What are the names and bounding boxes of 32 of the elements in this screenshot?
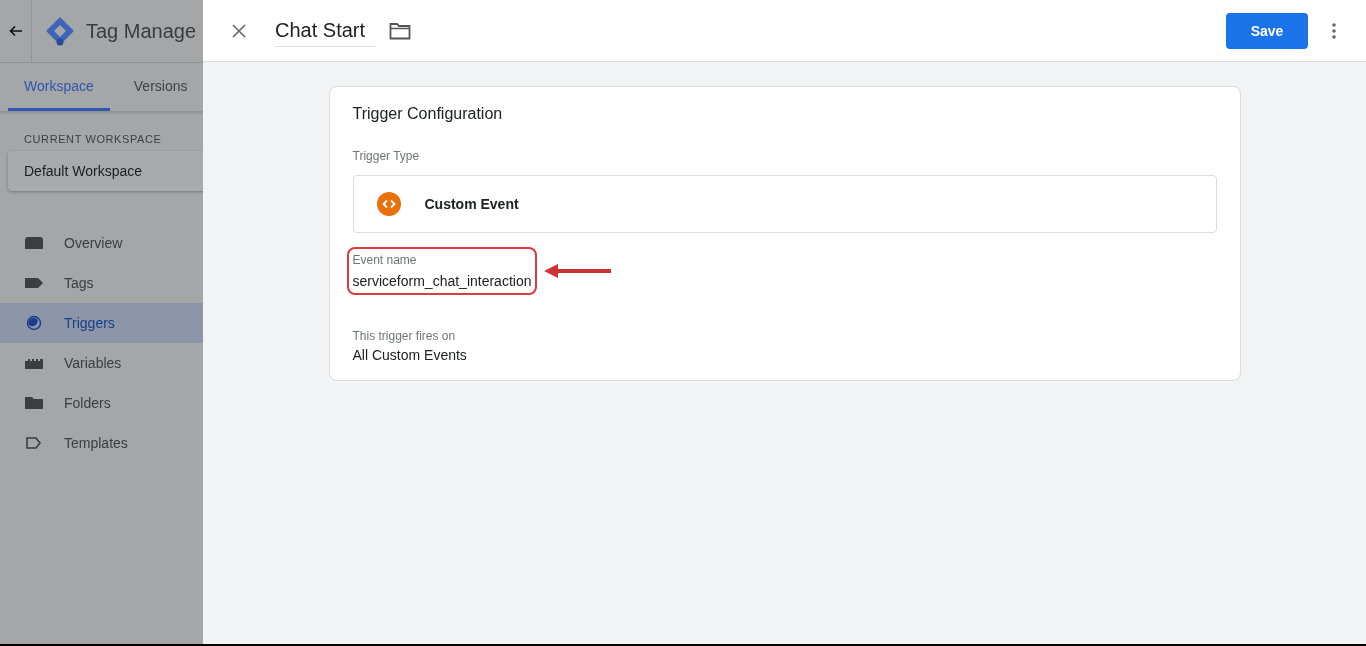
field-value: serviceform_chat_interaction: [352, 273, 532, 289]
circle-icon: [24, 315, 44, 331]
sidebar-item[interactable]: Triggers: [0, 303, 203, 343]
briefcase-icon: [24, 235, 44, 251]
field-label: Event name: [352, 253, 418, 267]
trigger-type-name: Custom Event: [424, 196, 519, 212]
nav-tab[interactable]: Versions: [117, 63, 203, 111]
more-icon[interactable]: [1332, 22, 1336, 39]
diamond-logo-icon: [44, 15, 76, 47]
folder-icon: [24, 395, 44, 411]
tag-icon: [24, 275, 44, 291]
code-icon: [376, 192, 401, 216]
arrow-icon: [543, 263, 614, 279]
field-label: Trigger Type: [352, 149, 421, 163]
workspace-selector[interactable]: Default Workspace: [8, 151, 203, 191]
trigger-type-selector[interactable]: Custom Event: [352, 175, 1217, 233]
folder-icon[interactable]: [389, 21, 411, 40]
sidebar-item[interactable]: Overview: [0, 223, 203, 263]
tag-outline-icon: [24, 435, 44, 451]
sidebar-item[interactable]: Tags: [0, 263, 203, 303]
sidebar-item[interactable]: Folders: [0, 383, 203, 423]
save-button[interactable]: Save: [1226, 12, 1308, 49]
sidebar-item[interactable]: Templates: [0, 423, 203, 463]
section-heading: CURRENT WORKSPACE: [24, 133, 163, 145]
close-icon[interactable]: [231, 22, 247, 39]
card-title: Trigger Configuration: [352, 105, 504, 123]
sidebar-item[interactable]: Variables: [0, 343, 203, 383]
back-arrow-icon: [8, 25, 23, 37]
field-value: All Custom Events: [352, 347, 468, 363]
app-title: Tag Manage: [86, 19, 197, 43]
field-label: This trigger fires on: [352, 329, 457, 343]
nav-tab[interactable]: Workspace: [8, 63, 110, 111]
